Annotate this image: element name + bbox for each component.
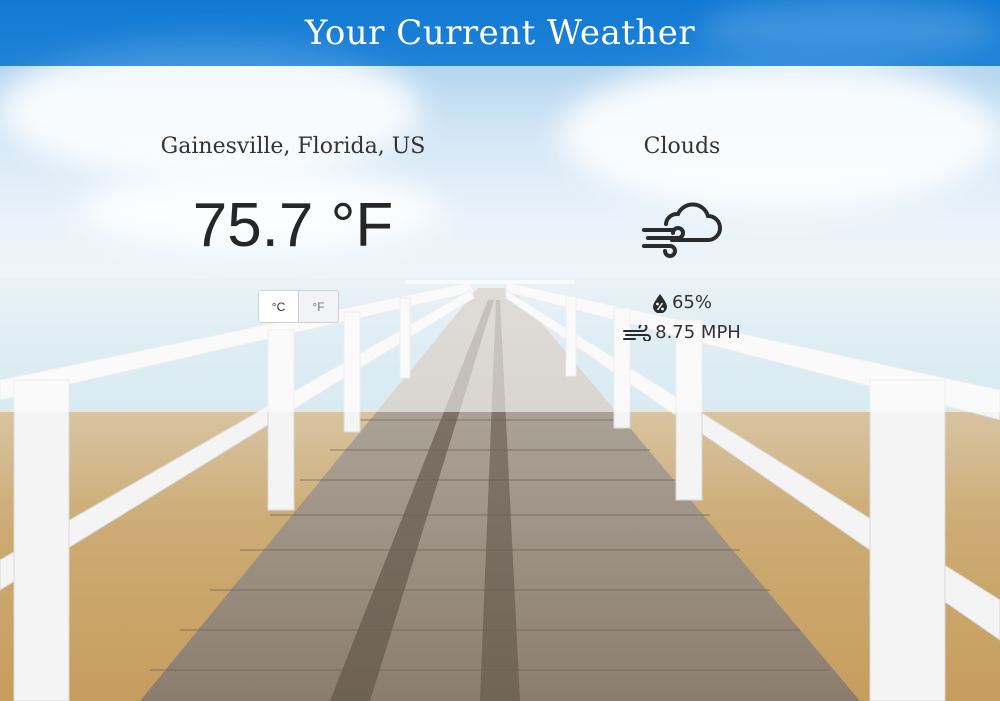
wind-value: 8.75 MPH bbox=[655, 322, 741, 343]
wind-row: 8.75 MPH bbox=[482, 322, 882, 343]
humidity-value: 65% bbox=[671, 292, 712, 313]
app-header: Your Current Weather bbox=[0, 0, 1000, 66]
humidity-drop-icon bbox=[652, 293, 667, 313]
cloud-wind-icon bbox=[642, 202, 722, 258]
fahrenheit-button[interactable]: °F bbox=[298, 291, 338, 322]
weather-panel: Gainesville, Florida, US 75.7 °F °C °F C… bbox=[0, 66, 1000, 412]
location-name: Gainesville, Florida, US bbox=[160, 134, 426, 159]
celsius-button[interactable]: °C bbox=[259, 291, 298, 322]
temperature-value: 75.7 °F bbox=[192, 191, 394, 260]
condition-label: Clouds bbox=[643, 134, 721, 159]
page-title: Your Current Weather bbox=[304, 13, 696, 53]
wind-icon bbox=[623, 324, 652, 341]
unit-toggle: °C °F bbox=[258, 290, 339, 323]
humidity-row: 65% bbox=[482, 292, 882, 313]
